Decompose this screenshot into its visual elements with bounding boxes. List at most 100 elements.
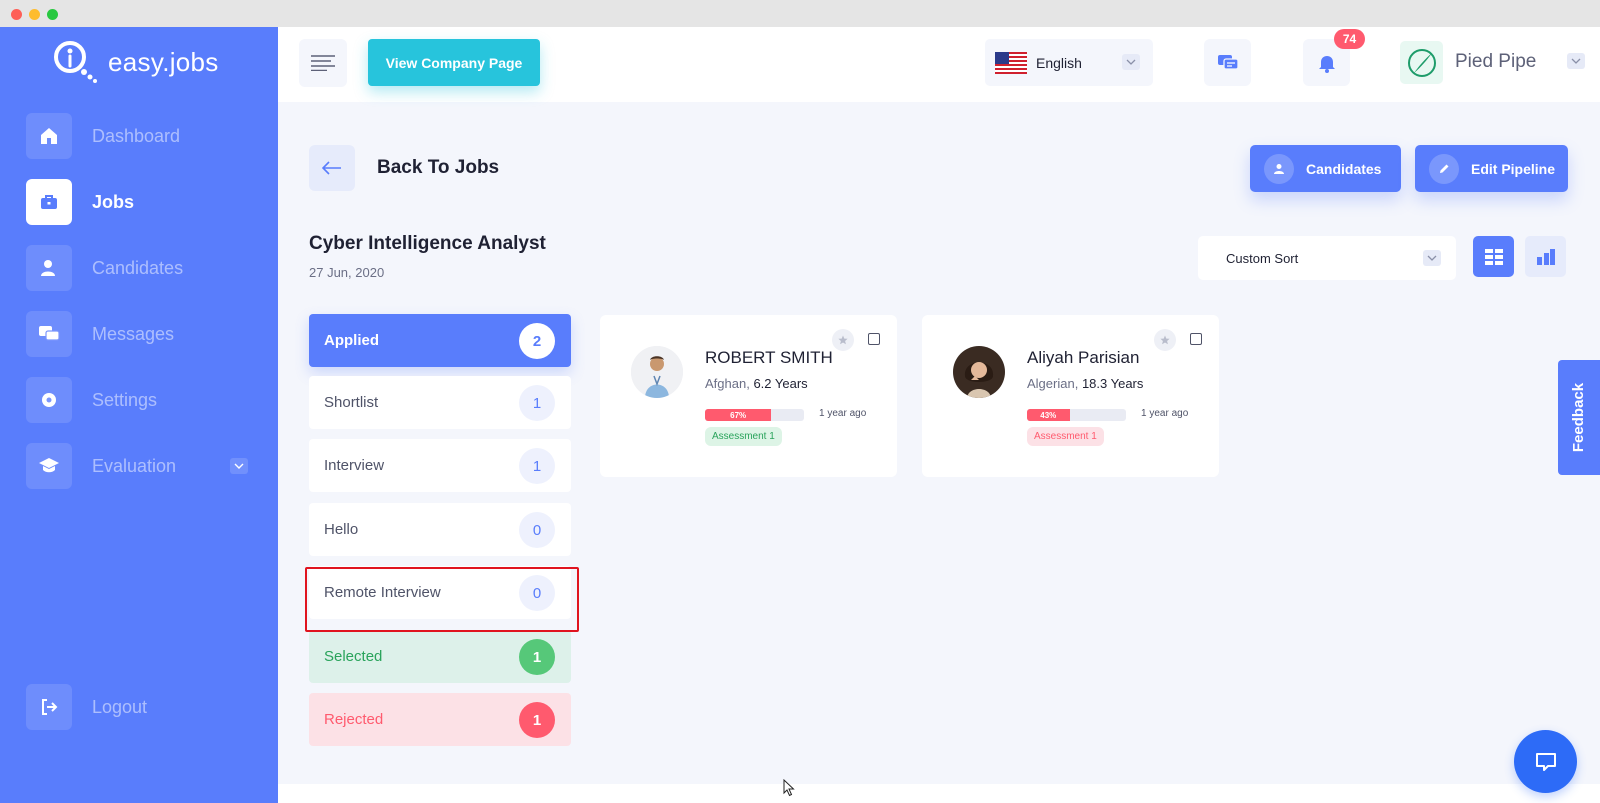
pipeline-icon	[1536, 248, 1555, 265]
language-select[interactable]: English	[985, 39, 1153, 86]
job-title: Cyber Intelligence Analyst	[309, 233, 546, 254]
chevron-down-icon	[1122, 54, 1140, 70]
edit-pipeline-button[interactable]: Edit Pipeline	[1415, 145, 1568, 192]
feedback-tab[interactable]: Feedback	[1558, 360, 1600, 475]
candidate-card[interactable]: ROBERT SMITH Afghan, 6.2 Years 67% 1 yea…	[600, 315, 897, 477]
logout-button[interactable]: Logout	[26, 684, 256, 730]
score-label: 43%	[1040, 410, 1057, 420]
pipeline-view-button[interactable]	[1525, 236, 1566, 277]
easyjobs-logo-icon	[54, 41, 97, 83]
candidate-experience: 6.2 Years	[753, 376, 808, 391]
candidate-nationality: Algerian,	[1027, 376, 1079, 391]
stage-shortlist[interactable]: Shortlist 1	[309, 376, 571, 429]
view-company-page-button[interactable]: View Company Page	[368, 39, 540, 86]
maximize-window-button[interactable]	[47, 9, 58, 20]
stage-count: 1	[519, 448, 555, 484]
minimize-window-button[interactable]	[29, 9, 40, 20]
graduation-cap-icon	[26, 443, 72, 489]
job-date: 27 Jun, 2020	[309, 265, 385, 280]
stage-applied[interactable]: Applied 2	[309, 314, 571, 367]
chevron-down-icon[interactable]	[230, 458, 248, 474]
sidebar-item-label: Candidates	[92, 257, 184, 278]
sidebar-item-label: Evaluation	[92, 455, 177, 476]
main-content: View Company Page English 74 Pied Pipe B…	[278, 27, 1600, 784]
applied-time: 1 year ago	[1141, 408, 1189, 419]
score-progress-fill: 67%	[705, 409, 772, 421]
briefcase-icon	[26, 179, 72, 225]
stage-count: 1	[519, 702, 555, 738]
sidebar-item-label: Settings	[92, 389, 158, 410]
menu-toggle-button[interactable]	[299, 39, 347, 87]
stage-count: 1	[519, 639, 555, 675]
home-icon	[26, 113, 72, 159]
app-window: easy.jobs Dashboard Jobs Candidates Mess…	[0, 0, 1600, 803]
sidebar-item-settings[interactable]: Settings	[26, 377, 256, 423]
stage-rejected[interactable]: Rejected 1	[309, 693, 571, 746]
edit-pipeline-button-label: Edit Pipeline	[1471, 160, 1556, 177]
pencil-icon	[1429, 153, 1459, 184]
candidate-details: Algerian, 18.3 Years	[1027, 376, 1143, 391]
score-progress-fill: 43%	[1027, 409, 1070, 421]
company-name[interactable]: Pied Pipe	[1455, 51, 1536, 73]
avatar	[953, 346, 1005, 398]
candidate-name[interactable]: Aliyah Parisian	[1027, 348, 1139, 368]
applied-time: 1 year ago	[819, 408, 867, 419]
candidate-details: Afghan, 6.2 Years	[705, 376, 808, 391]
candidate-name[interactable]: ROBERT SMITH	[705, 348, 833, 368]
window-titlebar	[0, 0, 1600, 27]
sidebar-item-jobs[interactable]: Jobs	[26, 179, 256, 225]
support-chat-button[interactable]	[1514, 730, 1577, 793]
assessment-tag: Assessment 1	[705, 427, 782, 446]
sidebar-item-label: Jobs	[92, 191, 135, 212]
notification-count-badge: 74	[1334, 29, 1365, 49]
sidebar-item-dashboard[interactable]: Dashboard	[26, 113, 256, 159]
app-logo[interactable]: easy.jobs	[52, 39, 219, 85]
stage-label: Applied	[324, 332, 379, 349]
stage-label: Shortlist	[324, 394, 379, 411]
chat-icon	[26, 311, 72, 357]
highlight-annotation	[305, 567, 579, 632]
stage-interview[interactable]: Interview 1	[309, 439, 571, 492]
stage-count: 2	[519, 323, 555, 359]
grid-icon	[1484, 248, 1503, 265]
score-progress-bar: 43%	[1027, 409, 1126, 421]
stage-label: Selected	[324, 648, 383, 665]
select-checkbox[interactable]	[868, 333, 880, 345]
chevron-down-icon	[1423, 250, 1441, 266]
assessment-tag: Assessment 1	[1027, 427, 1104, 446]
candidates-button[interactable]: Candidates	[1250, 145, 1401, 192]
stage-hello[interactable]: Hello 0	[309, 503, 571, 556]
back-to-jobs-label[interactable]: Back To Jobs	[377, 157, 499, 179]
company-logo[interactable]	[1400, 41, 1443, 84]
stage-label: Interview	[324, 457, 385, 474]
stage-count: 1	[519, 385, 555, 421]
logout-label: Logout	[92, 696, 148, 717]
app-name: easy.jobs	[108, 46, 219, 77]
sidebar-item-evaluation[interactable]: Evaluation	[26, 443, 256, 489]
sidebar-item-messages[interactable]: Messages	[26, 311, 256, 357]
select-checkbox[interactable]	[1190, 333, 1202, 345]
arrow-left-icon	[322, 161, 341, 175]
score-progress-bar: 67%	[705, 409, 804, 421]
company-menu-chevron-icon[interactable]	[1567, 53, 1585, 69]
feedback-label: Feedback	[1570, 382, 1588, 453]
avatar	[631, 346, 683, 398]
messages-button[interactable]	[1204, 39, 1251, 86]
star-icon[interactable]	[832, 329, 854, 351]
gear-icon	[26, 377, 72, 423]
sort-select[interactable]: Custom Sort	[1198, 236, 1456, 280]
stage-selected[interactable]: Selected 1	[309, 630, 571, 683]
sidebar-item-candidates[interactable]: Candidates	[26, 245, 256, 291]
logout-icon	[26, 684, 72, 730]
sidebar: easy.jobs Dashboard Jobs Candidates Mess…	[0, 27, 278, 803]
candidate-card[interactable]: Aliyah Parisian Algerian, 18.3 Years 43%…	[922, 315, 1219, 477]
back-button[interactable]	[309, 145, 355, 191]
pied-piper-logo-icon	[1407, 48, 1436, 77]
star-icon[interactable]	[1154, 329, 1176, 351]
us-flag-icon	[995, 51, 1027, 74]
grid-view-button[interactable]	[1473, 236, 1514, 277]
candidate-experience: 18.3 Years	[1081, 376, 1144, 391]
bell-icon	[1318, 55, 1335, 73]
close-window-button[interactable]	[11, 9, 22, 20]
chat-bubble-icon	[1535, 752, 1556, 771]
